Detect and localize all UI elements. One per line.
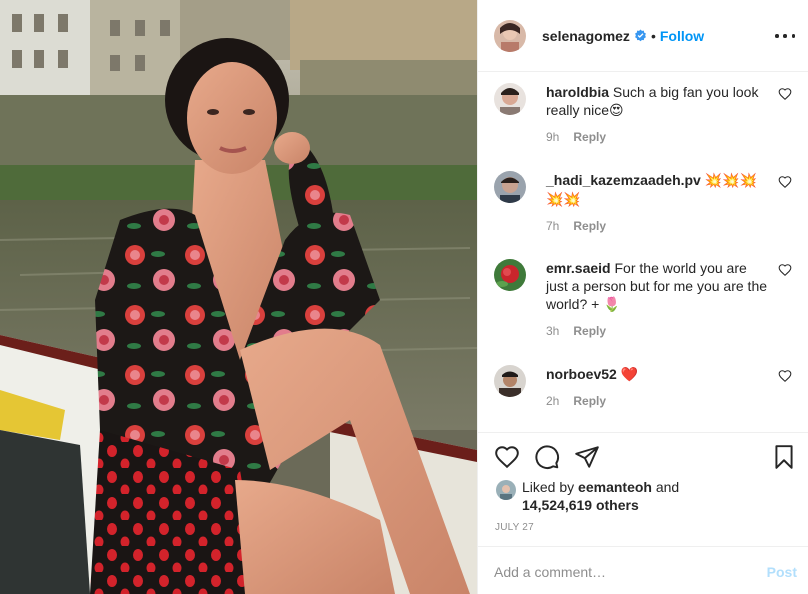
likes-text: Liked by eemanteoh and 14,524,619 others <box>522 478 796 514</box>
comment-meta: 9h Reply <box>546 130 794 144</box>
comment-username[interactable]: emr.saeid <box>546 260 611 276</box>
follow-button[interactable]: Follow <box>660 28 704 44</box>
comment-item: haroldbia Such a big fan you look really… <box>494 83 794 144</box>
author-username[interactable]: selenagomez <box>542 28 630 44</box>
post-date[interactable]: JULY 27 <box>495 522 534 533</box>
liker-username[interactable]: eemanteoh <box>578 479 652 495</box>
add-comment-bar: Post <box>478 546 808 594</box>
post-image <box>0 0 477 594</box>
commenter-avatar[interactable] <box>494 83 526 115</box>
likes-and: and <box>655 479 680 495</box>
comment-username[interactable]: norboev52 <box>546 366 617 382</box>
comment-like-heart-icon[interactable] <box>778 263 792 277</box>
comment-meta: 2h Reply <box>546 394 794 408</box>
post-photo[interactable] <box>0 0 477 594</box>
reply-button[interactable]: Reply <box>573 394 606 408</box>
comment-meta: 3h Reply <box>546 324 794 338</box>
comment-emoji: ❤️ <box>620 367 639 383</box>
commenter-avatar[interactable] <box>494 171 526 203</box>
comment-username[interactable]: haroldbia <box>546 84 609 100</box>
heart-icon[interactable] <box>494 444 520 470</box>
liker-avatar[interactable] <box>496 480 516 500</box>
comment-item: emr.saeid For the world you are just a p… <box>494 259 794 338</box>
comments-list[interactable]: haroldbia Such a big fan you look really… <box>478 72 808 432</box>
commenter-avatar[interactable] <box>494 365 526 397</box>
likes-count[interactable]: 14,524,619 others <box>522 497 639 513</box>
reply-button[interactable]: Reply <box>573 219 606 233</box>
reply-button[interactable]: Reply <box>573 130 606 144</box>
bookmark-icon[interactable] <box>771 444 797 470</box>
instagram-post: selenagomez • Follow haroldbia Such a bi… <box>0 0 808 594</box>
comment-icon[interactable] <box>534 444 560 470</box>
comment-item: _hadi_kazemzaadeh.pv 💥💥💥💥💥 7h Reply <box>494 171 794 233</box>
author-avatar[interactable] <box>494 19 526 52</box>
verified-badge-icon <box>635 29 646 42</box>
post-side-panel: selenagomez • Follow haroldbia Such a bi… <box>477 0 808 594</box>
liked-by-prefix: Liked by <box>522 479 575 495</box>
comment-time: 3h <box>546 324 560 338</box>
comment-like-heart-icon[interactable] <box>778 87 792 101</box>
separator-dot: • <box>650 27 656 44</box>
comment-body: norboev52 ❤️ <box>546 365 768 384</box>
comment-like-heart-icon[interactable] <box>778 369 792 383</box>
comment-time: 7h <box>546 219 560 233</box>
comment-meta: 7h Reply <box>546 219 794 233</box>
add-comment-input[interactable] <box>494 561 744 583</box>
comment-time: 2h <box>546 394 560 408</box>
comment-body: haroldbia Such a big fan you look really… <box>546 83 768 120</box>
comment-emoji: 😍 <box>609 103 624 119</box>
post-comment-button[interactable]: Post <box>767 564 797 580</box>
post-actions <box>478 432 808 482</box>
reply-button[interactable]: Reply <box>573 324 606 338</box>
comment-body: emr.saeid For the world you are just a p… <box>546 259 768 314</box>
comment-like-heart-icon[interactable] <box>778 175 792 189</box>
comment-time: 9h <box>546 130 560 144</box>
commenter-avatar[interactable] <box>494 259 526 291</box>
comment-body: _hadi_kazemzaadeh.pv 💥💥💥💥💥 <box>546 171 768 209</box>
more-options-icon[interactable] <box>775 26 795 46</box>
likes-summary: Liked by eemanteoh and 14,524,619 others <box>496 478 796 514</box>
comment-item: norboev52 ❤️ 2h Reply <box>494 365 794 408</box>
comment-username[interactable]: _hadi_kazemzaadeh.pv <box>546 172 701 188</box>
comment-emoji: 🌷 <box>603 297 621 313</box>
send-icon[interactable] <box>574 444 600 470</box>
post-header: selenagomez • Follow <box>478 0 808 72</box>
